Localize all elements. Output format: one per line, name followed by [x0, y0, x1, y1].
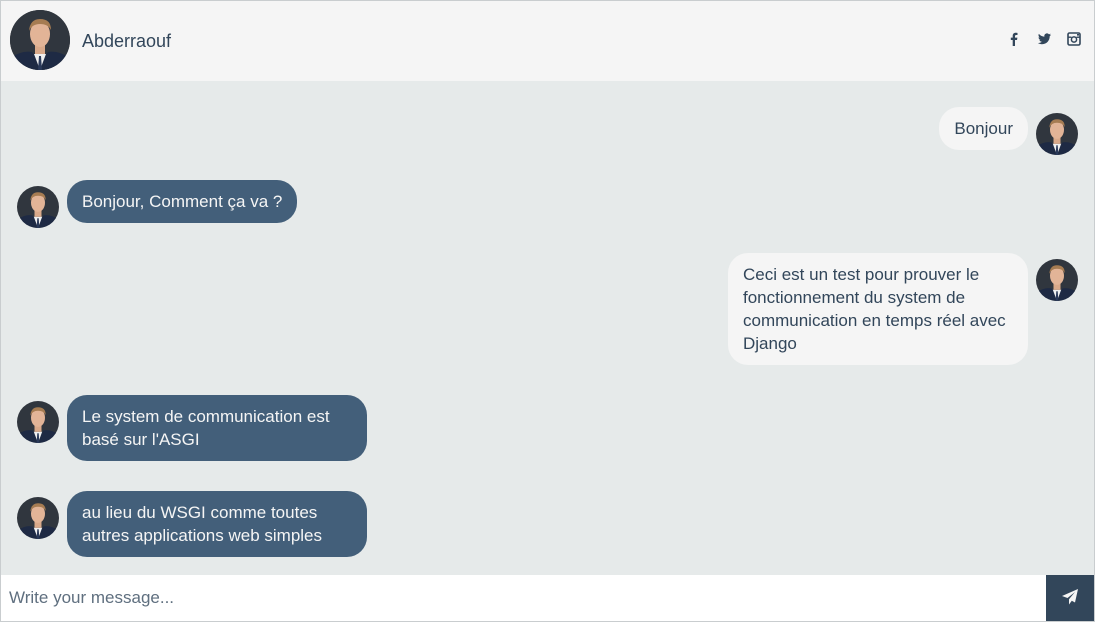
contact-avatar[interactable]: [10, 10, 70, 70]
instagram-icon[interactable]: [1066, 31, 1082, 47]
chat-window: Abderraouf Bonjour Bonjour, Comment ça v…: [0, 0, 1095, 622]
paper-plane-icon: [1061, 588, 1079, 609]
message-replied: au lieu du WSGI comme toutes autres appl…: [1, 81, 1094, 574]
contact-header: Abderraouf: [1, 1, 1094, 81]
contact-name: Abderraouf: [82, 31, 172, 51]
message-list[interactable]: Bonjour Bonjour, Comment ça va ? Ceci es…: [1, 81, 1094, 574]
social-links: [1006, 31, 1082, 47]
message-bubble: au lieu du WSGI comme toutes autres appl…: [67, 491, 367, 557]
facebook-icon[interactable]: [1006, 31, 1022, 47]
message-input[interactable]: [1, 575, 1046, 621]
message-composer: [1, 575, 1094, 621]
twitter-icon[interactable]: [1036, 31, 1052, 47]
send-button[interactable]: [1046, 575, 1094, 621]
contact-avatar-small: [17, 497, 59, 539]
